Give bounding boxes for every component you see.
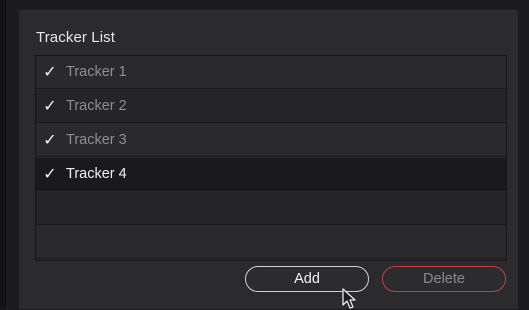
- tracker-label: Tracker 1: [66, 64, 127, 80]
- tracker-list[interactable]: ✓ Tracker 1 ✓ Tracker 2 ✓ Tracker 3 ✓ Tr…: [35, 55, 507, 261]
- panel-title: Tracker List: [36, 29, 115, 46]
- empty-row: [36, 226, 506, 259]
- left-panel-edge: [0, 0, 6, 309]
- tracker-row-3[interactable]: ✓ Tracker 3: [36, 124, 506, 157]
- checkmark-icon[interactable]: ✓: [41, 165, 59, 183]
- checkmark-icon[interactable]: ✓: [41, 131, 59, 149]
- tracker-label: Tracker 2: [66, 98, 127, 114]
- delete-button[interactable]: Delete: [382, 266, 506, 292]
- checkmark-icon[interactable]: ✓: [41, 63, 59, 81]
- tracker-row-2[interactable]: ✓ Tracker 2: [36, 90, 506, 123]
- tracker-label: Tracker 4: [66, 166, 127, 182]
- tracker-row-1[interactable]: ✓ Tracker 1: [36, 56, 506, 89]
- tracker-row-4[interactable]: ✓ Tracker 4: [36, 158, 506, 191]
- mouse-pointer-icon: [342, 288, 356, 309]
- tracker-window: Tracker List ✓ Tracker 1 ✓ Tracker 2 ✓ T…: [0, 0, 529, 309]
- tracker-label: Tracker 3: [66, 132, 127, 148]
- tracker-list-panel: Tracker List ✓ Tracker 1 ✓ Tracker 2 ✓ T…: [19, 10, 518, 309]
- empty-row: [36, 192, 506, 225]
- checkmark-icon[interactable]: ✓: [41, 97, 59, 115]
